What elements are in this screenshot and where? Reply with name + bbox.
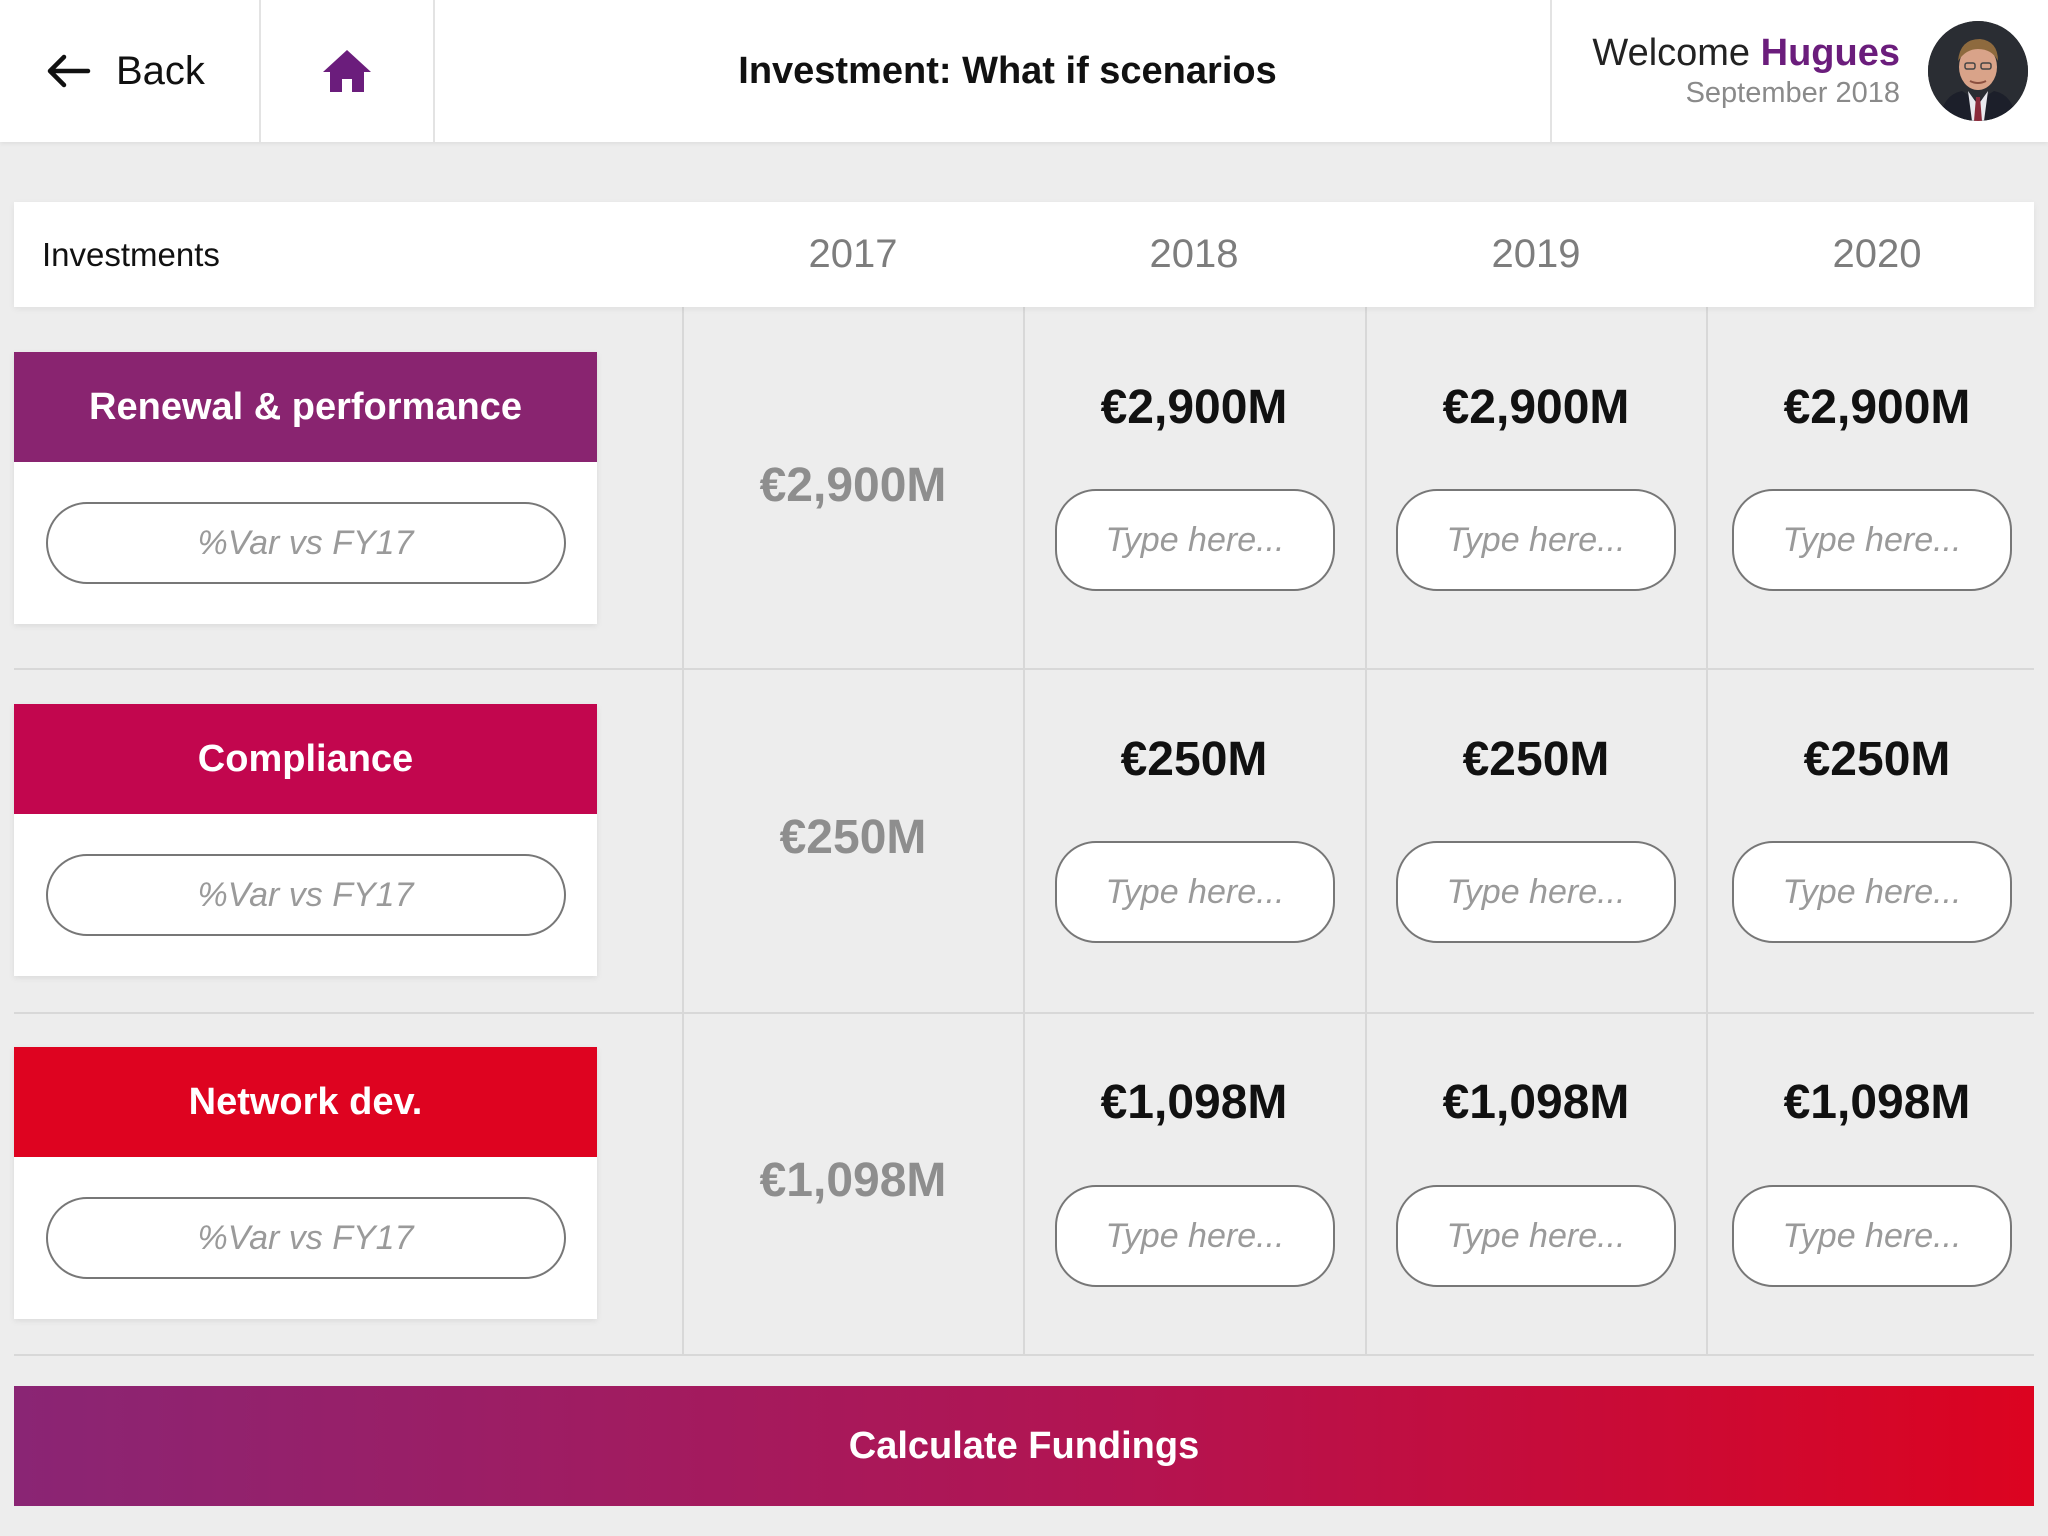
- year-header-2018: 2018: [1149, 232, 1239, 276]
- variation-input[interactable]: [45, 502, 566, 584]
- value-2020: €250M: [1803, 733, 1951, 786]
- top-bar: Back Investment: What if scenarios Welco…: [0, 0, 2048, 142]
- row-divider: [14, 668, 2034, 670]
- row-divider: [14, 1354, 2034, 1356]
- value-2020: €2,900M: [1783, 381, 1971, 434]
- value-2020: €1,098M: [1783, 1076, 1971, 1129]
- variation-input[interactable]: [45, 854, 566, 936]
- current-date: September 2018: [1685, 77, 1900, 110]
- value-2018: €2,900M: [1100, 381, 1288, 434]
- calculate-fundings-button[interactable]: Calculate Fundings: [14, 1386, 2034, 1506]
- category-card-renewal: Renewal & performance: [14, 352, 597, 624]
- year-header-2019: 2019: [1491, 232, 1581, 276]
- year-header-2020: 2020: [1832, 232, 1922, 276]
- value-2018: €250M: [1120, 733, 1268, 786]
- value-2019: €2,900M: [1442, 381, 1630, 434]
- category-card-compliance: Compliance: [14, 704, 597, 976]
- category-title: Network dev.: [14, 1047, 597, 1157]
- user-panel: Welcome Hugues September 2018: [1550, 0, 2048, 142]
- value-2017: €1,098M: [759, 1154, 947, 1207]
- user-greeting: Welcome Hugues September 2018: [1592, 32, 1900, 111]
- user-photo-icon: [1928, 21, 2028, 121]
- home-button[interactable]: [261, 0, 435, 142]
- value-2018: €1,098M: [1100, 1076, 1288, 1129]
- row-divider: [14, 1012, 2034, 1014]
- amount-input-2020[interactable]: [1732, 1185, 2012, 1287]
- year-header-2017: 2017: [808, 232, 898, 276]
- back-label: Back: [116, 48, 205, 93]
- amount-input-2019[interactable]: [1396, 489, 1676, 591]
- value-2017: €2,900M: [759, 459, 947, 512]
- back-button[interactable]: Back: [0, 0, 261, 142]
- arrow-left-icon: [47, 54, 91, 88]
- category-title: Compliance: [14, 704, 597, 814]
- amount-input-2020[interactable]: [1732, 841, 2012, 943]
- category-title: Renewal & performance: [14, 352, 597, 462]
- amount-input-2019[interactable]: [1396, 1185, 1676, 1287]
- variation-input[interactable]: [45, 1197, 566, 1279]
- amount-input-2020[interactable]: [1732, 489, 2012, 591]
- home-icon: [323, 50, 371, 92]
- investments-label: Investments: [42, 235, 220, 273]
- value-2017: €250M: [779, 811, 927, 864]
- amount-input-2019[interactable]: [1396, 841, 1676, 943]
- amount-input-2018[interactable]: [1055, 489, 1335, 591]
- avatar[interactable]: [1928, 21, 2028, 121]
- category-card-network: Network dev.: [14, 1047, 597, 1319]
- amount-input-2018[interactable]: [1055, 841, 1335, 943]
- user-name: Hugues: [1760, 31, 1900, 74]
- page-title: Investment: What if scenarios: [738, 49, 1277, 92]
- welcome-line: Welcome Hugues: [1592, 32, 1900, 76]
- value-2019: €250M: [1462, 733, 1610, 786]
- welcome-prefix: Welcome: [1592, 31, 1751, 74]
- amount-input-2018[interactable]: [1055, 1185, 1335, 1287]
- value-2019: €1,098M: [1442, 1076, 1630, 1129]
